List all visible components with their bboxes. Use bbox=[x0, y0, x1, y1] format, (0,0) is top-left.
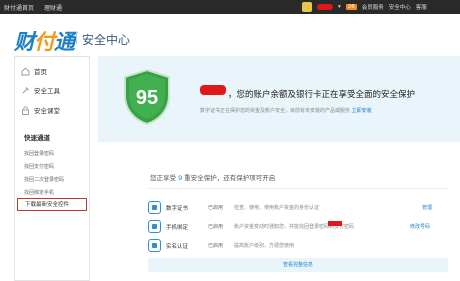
quick-access-title: 快速通道 bbox=[24, 134, 50, 142]
protection-headline: ，您的账户余额及银行卡正在享受全面的安全保护 bbox=[228, 90, 416, 100]
sidebar-item-class[interactable]: 安全课堂 bbox=[21, 103, 85, 117]
quick-link-bind-phone[interactable]: 找回绑定手机 bbox=[24, 189, 54, 196]
header-divider bbox=[76, 32, 77, 44]
item-name: 数字证书 bbox=[166, 206, 189, 212]
item-name: 手机绑定 bbox=[166, 225, 189, 231]
item-state: 已启用 bbox=[208, 224, 224, 230]
item-name: 实名认证 bbox=[166, 244, 189, 250]
manage-button[interactable]: 管理 bbox=[422, 204, 432, 211]
view-more-bar[interactable]: 查看完整信息 bbox=[148, 258, 448, 272]
protection-status: 您正享受 9 重安全保护，还有保护项可开启 bbox=[150, 174, 276, 182]
security-score: 95 bbox=[136, 87, 158, 109]
quick-link-pay-password[interactable]: 找回支付密码 bbox=[24, 163, 54, 170]
tools-icon bbox=[21, 86, 30, 95]
change-number-button[interactable]: 修改号码 bbox=[410, 223, 430, 230]
item-desc: 提高账户级别，方便您使用 bbox=[234, 243, 295, 249]
message-count-badge[interactable]: 26 bbox=[345, 4, 357, 10]
page-title: 安全中心 bbox=[82, 33, 131, 47]
id-card-icon bbox=[148, 239, 161, 252]
item-row-realname: 实名认证 已启用 提高账户级别，方便您使用 bbox=[148, 238, 448, 254]
quick-link-login-password[interactable]: 找回登录密码 bbox=[24, 150, 54, 157]
security-center-link[interactable]: 安全中心 bbox=[389, 3, 411, 11]
dropdown-arrow-icon[interactable]: ▾ bbox=[338, 4, 341, 10]
member-service-link[interactable]: 会员服务 bbox=[362, 3, 384, 11]
top-links: 财付通首页 理财通 bbox=[4, 3, 70, 12]
top-bar: 财付通首页 理财通 ▾ 26 会员服务 安全中心 客服 bbox=[0, 0, 460, 14]
home-link[interactable]: 财付通首页 bbox=[4, 5, 34, 12]
protection-subtitle: 数字证书正在保护您的资金及账户安全，目前有未安装的产品或服务 立即安装 bbox=[200, 107, 372, 114]
sidebar-item-home[interactable]: 首页 bbox=[21, 64, 85, 78]
divider bbox=[148, 188, 448, 189]
item-state: 已启用 bbox=[208, 205, 224, 211]
quick-link-second-password[interactable]: 找回二次登录密码 bbox=[24, 176, 64, 183]
lock-icon bbox=[21, 105, 30, 115]
protection-count: 9 bbox=[178, 174, 183, 182]
shield-score-icon: 95 bbox=[124, 68, 170, 126]
item-row-phone: 手机绑定 已启用 账户资金变动时通知您，并能找回登录密码和支付密码 修改号码 bbox=[148, 219, 448, 235]
redacted-mark bbox=[328, 221, 342, 226]
avatar[interactable] bbox=[302, 2, 312, 12]
install-link[interactable]: 立即安装 bbox=[352, 108, 372, 114]
customer-service-link[interactable]: 客服 bbox=[416, 3, 427, 11]
sidebar-item-tools[interactable]: 安全工具 bbox=[21, 83, 85, 97]
sidebar: 首页 安全工具 安全课堂 快速通道 找回登录密码 找回支付密码 找回二次登录密码… bbox=[14, 56, 90, 281]
header: 财付通 安全中心 bbox=[0, 14, 460, 60]
home-icon bbox=[21, 66, 30, 76]
user-area: ▾ 26 会员服务 安全中心 客服 bbox=[302, 2, 427, 12]
account-name-redacted bbox=[200, 85, 226, 95]
certificate-icon bbox=[148, 201, 161, 214]
item-desc: 检查、使用、使用账户资金的身份认证 bbox=[234, 205, 320, 211]
subtitle-text: 数字证书正在保护您的资金及账户安全，目前有未安装的产品或服务 bbox=[200, 108, 351, 114]
item-row-certificate: 数字证书 已启用 检查、使用、使用账户资金的身份认证 管理 bbox=[148, 200, 448, 216]
quick-link-download-control[interactable]: 下载最新安全控件 bbox=[17, 198, 87, 211]
item-state: 已启用 bbox=[208, 243, 224, 249]
phone-icon bbox=[148, 220, 161, 233]
username-redacted[interactable] bbox=[317, 4, 333, 10]
logo[interactable]: 财付通 bbox=[14, 26, 75, 56]
licaitong-link[interactable]: 理财通 bbox=[44, 5, 62, 12]
